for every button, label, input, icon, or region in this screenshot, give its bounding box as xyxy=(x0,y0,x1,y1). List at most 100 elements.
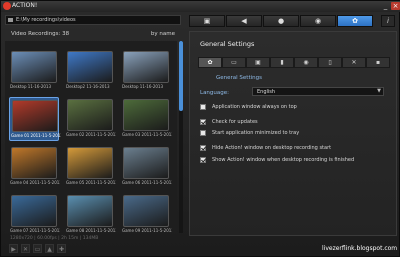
language-label: Language: xyxy=(200,90,229,96)
recording-thumbnail[interactable]: Game 06 2011-11-5-2013 xyxy=(121,145,172,189)
settings-option[interactable]: Application window always on top xyxy=(200,104,390,112)
delete-button[interactable]: ✕ xyxy=(21,244,30,253)
subtab-device-icon[interactable]: ▯ xyxy=(318,57,342,68)
recording-thumbnail[interactable]: Game 07 2011-11-5-2013 xyxy=(9,193,60,237)
settings-option[interactable]: Show Action! window when desktop recordi… xyxy=(200,157,390,165)
thumbnail-image xyxy=(67,51,113,83)
subtab-gear-icon[interactable]: ✿ xyxy=(198,57,222,68)
tab-film-icon[interactable]: ▣ xyxy=(189,15,225,27)
language-select[interactable]: English ▼ xyxy=(252,87,384,96)
thumbnail-image xyxy=(11,195,57,227)
stream-icon: ▪ xyxy=(375,59,381,66)
settings-option[interactable]: Start application minimized to tray xyxy=(200,130,390,138)
gear-icon: ✿ xyxy=(207,59,213,66)
recording-thumbnail[interactable]: Desktop 11-16-2013 xyxy=(9,49,59,93)
settings-subtabs: ✿ ▭ ▣ ▮ ◉ ▯ ✕ ▪ xyxy=(198,57,390,68)
thumbnail-caption: Desktop2 11-16-2013 xyxy=(66,84,110,89)
tools-icon: ✕ xyxy=(351,59,357,66)
recordings-toolbar: ▶ ✕ ▭ ▲ ✚ xyxy=(5,243,181,255)
device-icon: ▯ xyxy=(328,59,332,66)
settings-panel: General Settings ✿ ▭ ▣ ▮ ◉ ▯ ✕ ▪ General Settin… xyxy=(189,31,397,236)
section-title: General Settings xyxy=(216,75,262,81)
recordings-list-header: Video Recordings: 38 by name xyxy=(5,29,181,39)
recording-thumbnail[interactable]: Game 01 2011-11-5-2013 xyxy=(9,97,61,141)
upload-button[interactable]: ▲ xyxy=(45,244,54,253)
option-checkbox[interactable] xyxy=(200,130,206,136)
info-button[interactable]: i xyxy=(381,15,395,27)
recordings-path-field[interactable]: E:\My recordings\videos xyxy=(5,15,181,25)
sort-dropdown[interactable]: by name xyxy=(151,31,175,37)
subtab-monitor-icon[interactable]: ▭ xyxy=(222,57,246,68)
option-label: Application window always on top xyxy=(212,104,297,110)
recording-thumbnail[interactable]: Game 05 2011-11-5-2013 xyxy=(65,145,116,189)
monitor-icon: ▭ xyxy=(231,59,237,66)
recording-thumbnail[interactable]: Game 09 2011-11-5-2013 xyxy=(121,193,172,237)
camera-icon: ◉ xyxy=(303,59,309,66)
thumbnail-caption: Game 02 2011-11-5-2013 xyxy=(66,132,116,137)
recordings-scrollbar[interactable] xyxy=(179,41,183,233)
thumbnail-caption: Game 05 2011-11-5-2013 xyxy=(66,180,116,185)
tab-camera-icon[interactable]: ◉ xyxy=(300,15,336,27)
thumbnail-caption: Game 09 2011-11-5-2013 xyxy=(122,228,172,233)
thumbnail-image xyxy=(123,51,169,83)
tab-settings-icon[interactable]: ✿ xyxy=(337,15,373,27)
subtab-film-icon[interactable]: ▣ xyxy=(246,57,270,68)
option-label: Check for updates xyxy=(212,119,258,125)
option-checkbox[interactable] xyxy=(200,104,206,110)
folder-button[interactable]: ▭ xyxy=(33,244,42,253)
recordings-grid: Desktop 11-16-2013 Desktop2 11-16-2013 Des… xyxy=(5,41,177,233)
minimize-button[interactable]: _ xyxy=(381,2,390,10)
app-window: ACTION! _ × E:\My recordings\videos Vide… xyxy=(0,0,400,257)
film-icon: ▣ xyxy=(255,59,261,66)
panel-title: General Settings xyxy=(200,40,255,48)
option-label: Hide Action! window on desktop recording… xyxy=(212,145,332,151)
settings-option[interactable]: Check for updates xyxy=(200,119,390,127)
tab-play-icon[interactable]: ◀ xyxy=(226,15,262,27)
subtab-tools-icon[interactable]: ✕ xyxy=(342,57,366,68)
option-checkbox[interactable] xyxy=(200,145,206,151)
thumbnail-image xyxy=(12,100,58,132)
subtab-audio-icon[interactable]: ▮ xyxy=(270,57,294,68)
thumbnail-caption: Game 03 2011-11-5-2013 xyxy=(122,132,172,137)
close-button[interactable]: × xyxy=(391,2,400,10)
option-checkbox[interactable] xyxy=(200,119,206,125)
camera-icon: ◉ xyxy=(314,17,322,25)
thumbnail-caption: Game 07 2011-11-5-2013 xyxy=(10,228,60,233)
settings-option[interactable]: Hide Action! window on desktop recording… xyxy=(200,145,390,153)
title-bar[interactable]: ACTION! _ × xyxy=(1,1,400,12)
play-icon: ◀ xyxy=(241,17,247,25)
recordings-path: E:\My recordings\videos xyxy=(16,17,76,23)
scrollbar-thumb[interactable] xyxy=(179,41,183,111)
option-label: Start application minimized to tray xyxy=(212,130,300,136)
recording-thumbnail[interactable]: Game 08 2011-11-5-2013 xyxy=(65,193,116,237)
tab-webcam-icon[interactable]: ● xyxy=(263,15,299,27)
thumbnail-caption: Desktop 11-16-2013 xyxy=(122,84,164,89)
thumbnail-caption: Game 01 2011-11-5-2013 xyxy=(11,133,61,138)
thumbnail-image xyxy=(67,99,113,131)
settings-icon: ✿ xyxy=(352,17,358,25)
recording-thumbnail[interactable]: Game 04 2011-11-5-2013 xyxy=(9,145,60,189)
subtab-stream-icon[interactable]: ▪ xyxy=(366,57,390,68)
recording-thumbnail[interactable]: Game 03 2011-11-5-2013 xyxy=(121,97,172,141)
film-icon: ▣ xyxy=(203,17,211,25)
folder-icon xyxy=(8,18,13,22)
recording-info-text: 1280x720 | 60.00fps | 2h 15m | 134MB xyxy=(10,236,99,241)
thumbnail-image xyxy=(67,195,113,227)
option-checkbox[interactable] xyxy=(200,157,206,163)
option-label: Show Action! window when desktop recordi… xyxy=(212,157,355,163)
upload-alt-button[interactable]: ✚ xyxy=(57,244,66,253)
thumbnail-caption: Game 06 2011-11-5-2013 xyxy=(122,180,172,185)
recording-thumbnail[interactable]: Desktop2 11-16-2013 xyxy=(65,49,115,93)
recording-thumbnail[interactable]: Game 02 2011-11-5-2013 xyxy=(65,97,116,141)
thumbnail-caption: Desktop 11-16-2013 xyxy=(10,84,52,89)
app-logo-icon xyxy=(3,2,11,10)
app-title: ACTION! xyxy=(12,2,38,9)
webcam-icon: ● xyxy=(277,17,285,25)
recording-thumbnail[interactable]: Desktop 11-16-2013 xyxy=(121,49,171,93)
play-button[interactable]: ▶ xyxy=(9,244,18,253)
thumbnail-image xyxy=(123,195,169,227)
thumbnail-caption: Game 04 2011-11-5-2013 xyxy=(10,180,60,185)
subtab-camera-icon[interactable]: ◉ xyxy=(294,57,318,68)
thumbnail-image xyxy=(11,147,57,179)
recordings-count-label: Video Recordings: 38 xyxy=(11,31,70,37)
